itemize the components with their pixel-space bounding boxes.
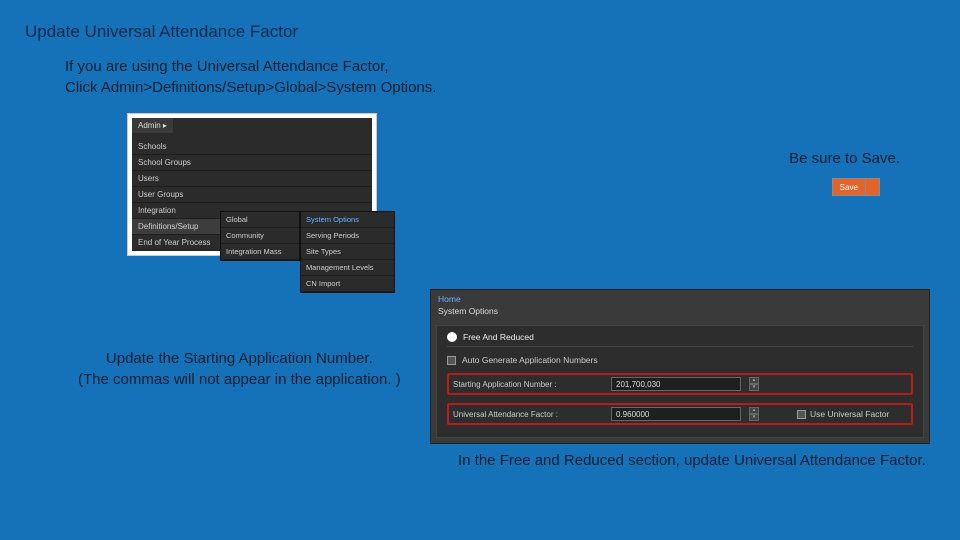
menu-system-options[interactable]: System Options bbox=[301, 212, 394, 228]
uaf-input[interactable]: 0.960000 bbox=[611, 407, 741, 421]
save-button[interactable]: Save bbox=[833, 179, 866, 195]
intro-text: If you are using the Universal Attendanc… bbox=[65, 56, 436, 98]
menu-community[interactable]: Community bbox=[221, 228, 299, 244]
system-options-panel: Home System Options Free And Reduced Aut… bbox=[430, 289, 930, 444]
save-instruction: Be sure to Save. bbox=[789, 150, 900, 167]
intro-line-2: Click Admin>Definitions/Setup>Global>Sys… bbox=[65, 77, 436, 98]
uaf-label: Universal Attendance Factor : bbox=[453, 410, 603, 419]
chevron-right-icon: ▸ bbox=[163, 121, 167, 130]
admin-label: Admin bbox=[138, 121, 161, 130]
use-universal-label: Use Universal Factor bbox=[810, 409, 889, 419]
menu-site-types[interactable]: Site Types bbox=[301, 244, 394, 260]
note-starting-number: Update the Starting Application Number. … bbox=[78, 348, 401, 390]
submenu-col2: Global Community Integration Mass bbox=[220, 211, 300, 261]
slide-title: Update Universal Attendance Factor bbox=[25, 22, 298, 42]
startnum-input[interactable]: 201,700,030 bbox=[611, 377, 741, 391]
uaf-spinner[interactable]: ▴▾ bbox=[749, 407, 759, 421]
menu-screenshot: Admin ▸ Schools School Groups Users User… bbox=[127, 113, 377, 256]
menu-user-groups[interactable]: User Groups bbox=[132, 187, 372, 203]
starting-number-row: Starting Application Number : 201,700,03… bbox=[447, 373, 913, 395]
autogen-label: Auto Generate Application Numbers bbox=[462, 355, 598, 365]
intro-line-1: If you are using the Universal Attendanc… bbox=[65, 56, 436, 77]
use-universal-checkbox[interactable] bbox=[797, 410, 806, 419]
uaf-row: Universal Attendance Factor : 0.960000 ▴… bbox=[447, 403, 913, 425]
submenu-col3: System Options Serving Periods Site Type… bbox=[300, 211, 395, 293]
startnum-label: Starting Application Number : bbox=[453, 380, 603, 389]
menu-school-groups[interactable]: School Groups bbox=[132, 155, 372, 171]
menu-cn-import[interactable]: CN Import bbox=[301, 276, 394, 292]
menu-serving-periods[interactable]: Serving Periods bbox=[301, 228, 394, 244]
section-label: Free And Reduced bbox=[463, 332, 534, 342]
autogen-checkbox[interactable] bbox=[447, 356, 456, 365]
admin-menu[interactable]: Admin ▸ bbox=[132, 118, 173, 133]
menu-schools[interactable]: Schools bbox=[132, 139, 372, 155]
note-line-1: Update the Starting Application Number. bbox=[78, 348, 401, 369]
autogen-row: Auto Generate Application Numbers bbox=[447, 355, 913, 365]
menu-global[interactable]: Global bbox=[221, 212, 299, 228]
section-toggle-icon bbox=[447, 332, 457, 342]
menu-management-levels[interactable]: Management Levels bbox=[301, 260, 394, 276]
menu-users[interactable]: Users bbox=[132, 171, 372, 187]
save-button-group: Save bbox=[832, 178, 880, 196]
note-line-2: (The commas will not appear in the appli… bbox=[78, 369, 401, 390]
caption-uaf: In the Free and Reduced section, update … bbox=[458, 452, 926, 469]
save-dropdown-caret[interactable] bbox=[866, 179, 879, 195]
startnum-spinner[interactable]: ▴▾ bbox=[749, 377, 759, 391]
breadcrumb-home[interactable]: Home bbox=[438, 294, 922, 304]
menu-integration-mass[interactable]: Integration Mass bbox=[221, 244, 299, 260]
section-free-reduced[interactable]: Free And Reduced bbox=[447, 332, 913, 347]
page-title: System Options bbox=[438, 306, 922, 316]
